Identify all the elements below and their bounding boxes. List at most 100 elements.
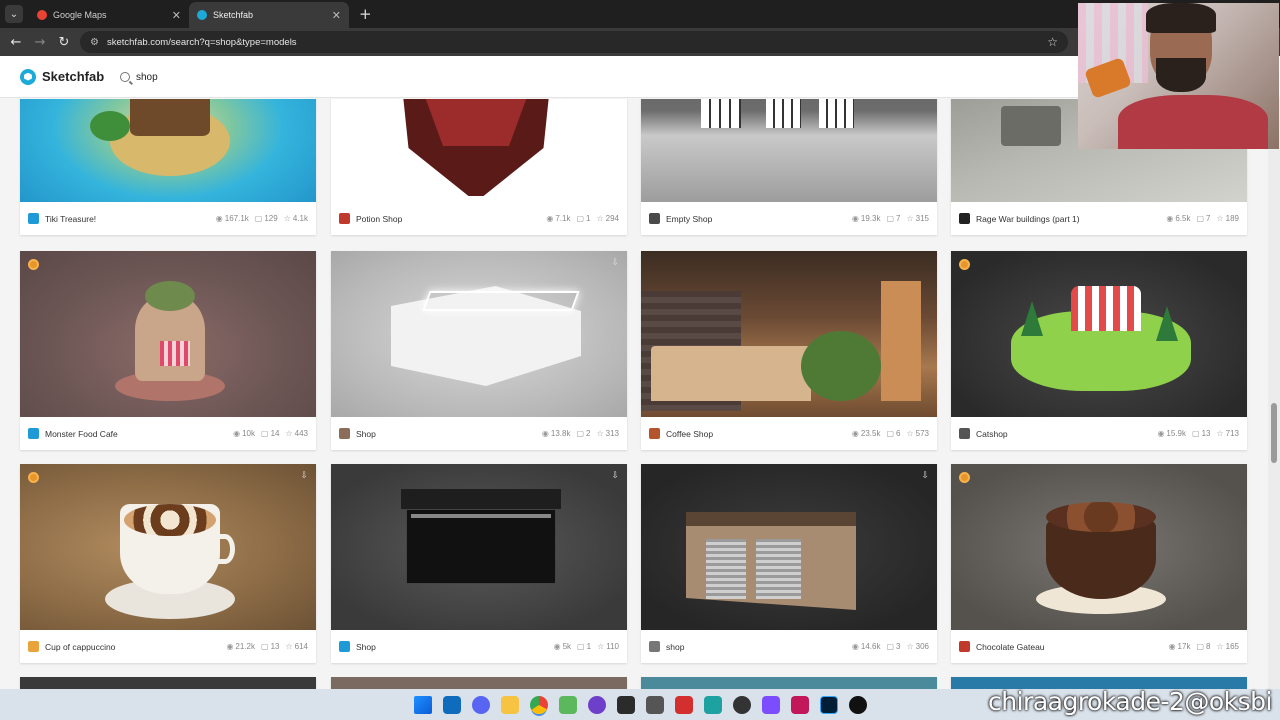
- outlook-icon[interactable]: [442, 695, 461, 714]
- model-card[interactable]: ⇩ Cup of cappuccino ◉ 21.2k ▢ 13 ☆ 614: [20, 464, 316, 663]
- model-thumbnail[interactable]: ⇩: [20, 464, 316, 630]
- model-title[interactable]: Shop: [356, 642, 548, 652]
- chrome-icon[interactable]: [529, 695, 548, 714]
- visual-studio-icon[interactable]: [761, 695, 780, 714]
- app-icon[interactable]: [645, 695, 664, 714]
- discord-icon[interactable]: [471, 695, 490, 714]
- bookmark-star-icon[interactable]: ☆: [1047, 35, 1058, 49]
- model-title[interactable]: Potion Shop: [356, 214, 540, 224]
- model-card[interactable]: Coffee Shop ◉ 23.5k ▢ 6 ☆ 573: [641, 251, 937, 450]
- windows-start-icon[interactable]: [413, 695, 432, 714]
- app-unity-icon[interactable]: [790, 695, 809, 714]
- author-avatar[interactable]: [959, 428, 970, 439]
- model-thumbnail[interactable]: ⇩: [331, 251, 627, 417]
- model-title[interactable]: Monster Food Cafe: [45, 429, 227, 439]
- file-explorer-icon[interactable]: [500, 695, 519, 714]
- photoshop-icon[interactable]: [819, 695, 838, 714]
- view-count: 14.6k: [860, 642, 881, 651]
- model-card[interactable]: Chocolate Gateau ◉ 17k ▢ 8 ☆ 165: [951, 464, 1247, 663]
- back-arrow-icon[interactable]: ←: [4, 35, 28, 50]
- page-scrollbar[interactable]: [1268, 99, 1280, 689]
- model-card[interactable]: Monster Food Cafe ◉ 10k ▢ 14 ☆ 443: [20, 251, 316, 450]
- author-avatar[interactable]: [28, 641, 39, 652]
- author-avatar[interactable]: [649, 213, 660, 224]
- close-icon[interactable]: ✕: [332, 9, 341, 22]
- model-card-partial[interactable]: [641, 677, 937, 689]
- author-avatar[interactable]: [959, 641, 970, 652]
- model-title[interactable]: Cup of cappuccino: [45, 642, 220, 652]
- staff-pick-badge-icon: [959, 259, 970, 270]
- search-icon: [120, 72, 130, 82]
- download-icon[interactable]: ⇩: [921, 471, 929, 481]
- model-card[interactable]: Potion Shop ◉ 7.1k ▢ 1 ☆ 294: [331, 99, 627, 235]
- model-title[interactable]: Coffee Shop: [666, 429, 846, 439]
- app-dark-icon[interactable]: [732, 695, 751, 714]
- new-tab-button[interactable]: +: [359, 5, 372, 23]
- github-icon[interactable]: [587, 695, 606, 714]
- close-icon[interactable]: ✕: [172, 9, 181, 22]
- notepad-icon[interactable]: [558, 695, 577, 714]
- star-icon: ☆: [285, 642, 293, 651]
- download-icon[interactable]: ⇩: [300, 471, 308, 481]
- author-avatar[interactable]: [28, 428, 39, 439]
- card-footer: Monster Food Cafe ◉ 10k ▢ 14 ☆ 443: [20, 417, 316, 450]
- comment-icon: ▢: [261, 642, 269, 651]
- search-input[interactable]: [136, 71, 736, 83]
- eye-icon: ◉: [215, 214, 223, 223]
- app-blue-icon[interactable]: [703, 695, 722, 714]
- app-red-icon[interactable]: [674, 695, 693, 714]
- author-avatar[interactable]: [28, 213, 39, 224]
- model-title[interactable]: Tiki Treasure!: [45, 214, 210, 224]
- terminal-icon[interactable]: [616, 695, 635, 714]
- model-thumbnail[interactable]: [20, 251, 316, 417]
- model-card[interactable]: ⇩ shop ◉ 14.6k ▢ 3 ☆ 306: [641, 464, 937, 663]
- model-card[interactable]: ⇩ Shop ◉ 13.8k ▢ 2 ☆ 313: [331, 251, 627, 450]
- tab-sketchfab[interactable]: Sketchfab ✕: [189, 2, 349, 28]
- model-title[interactable]: Catshop: [976, 429, 1151, 439]
- url-text: sketchfab.com/search?q=shop&type=models: [106, 36, 297, 48]
- model-card[interactable]: Tiki Treasure! ◉ 167.1k ▢ 129 ☆ 4.1k: [20, 99, 316, 235]
- model-card-partial[interactable]: [20, 677, 316, 689]
- model-thumbnail[interactable]: [20, 99, 316, 202]
- address-bar[interactable]: ⚙ sketchfab.com/search?q=shop&type=model…: [80, 31, 1068, 53]
- model-thumbnail[interactable]: ⇩: [331, 464, 627, 630]
- scrollbar-thumb[interactable]: [1271, 403, 1277, 463]
- model-title[interactable]: Shop: [356, 429, 536, 439]
- unreal-icon[interactable]: [848, 695, 867, 714]
- view-count: 21.2k: [235, 642, 255, 651]
- model-card[interactable]: Catshop ◉ 15.9k ▢ 13 ☆ 713: [951, 251, 1247, 450]
- author-avatar[interactable]: [339, 428, 350, 439]
- model-thumbnail[interactable]: ⇩: [641, 464, 937, 630]
- sketchfab-logo[interactable]: Sketchfab: [20, 68, 104, 85]
- model-thumbnail[interactable]: [641, 99, 937, 202]
- forward-arrow-icon[interactable]: →: [28, 35, 52, 50]
- author-avatar[interactable]: [649, 428, 660, 439]
- model-title[interactable]: Chocolate Gateau: [976, 642, 1163, 652]
- model-thumbnail[interactable]: [641, 251, 937, 417]
- tab-search-icon[interactable]: ⌄: [5, 5, 23, 23]
- download-icon[interactable]: ⇩: [611, 471, 619, 481]
- reload-icon[interactable]: ↻: [52, 35, 76, 50]
- model-title[interactable]: Empty Shop: [666, 214, 846, 224]
- author-avatar[interactable]: [649, 641, 660, 652]
- model-stats: ◉ 17k ▢ 8 ☆ 165: [1169, 642, 1239, 651]
- model-thumbnail[interactable]: [951, 464, 1247, 630]
- model-title[interactable]: Rage War buildings (part 1): [976, 214, 1160, 224]
- author-avatar[interactable]: [339, 213, 350, 224]
- author-avatar[interactable]: [339, 641, 350, 652]
- author-avatar[interactable]: [959, 213, 970, 224]
- model-thumbnail[interactable]: [331, 99, 627, 202]
- model-title[interactable]: shop: [666, 642, 846, 652]
- model-stats: ◉ 19.3k ▢ 7 ☆ 315: [852, 214, 929, 223]
- star-icon: ☆: [1216, 214, 1224, 223]
- model-thumbnail[interactable]: [951, 251, 1247, 417]
- model-card[interactable]: Empty Shop ◉ 19.3k ▢ 7 ☆ 315: [641, 99, 937, 235]
- model-card-partial[interactable]: [331, 677, 627, 689]
- star-icon: ☆: [597, 642, 605, 651]
- site-info-icon[interactable]: ⚙: [90, 37, 99, 48]
- comment-count: 13: [270, 642, 280, 651]
- model-card[interactable]: ⇩ Shop ◉ 5k ▢ 1 ☆ 110: [331, 464, 627, 663]
- download-icon[interactable]: ⇩: [611, 258, 619, 268]
- comment-count: 129: [264, 214, 278, 223]
- tab-google-maps[interactable]: Google Maps ✕: [29, 2, 189, 28]
